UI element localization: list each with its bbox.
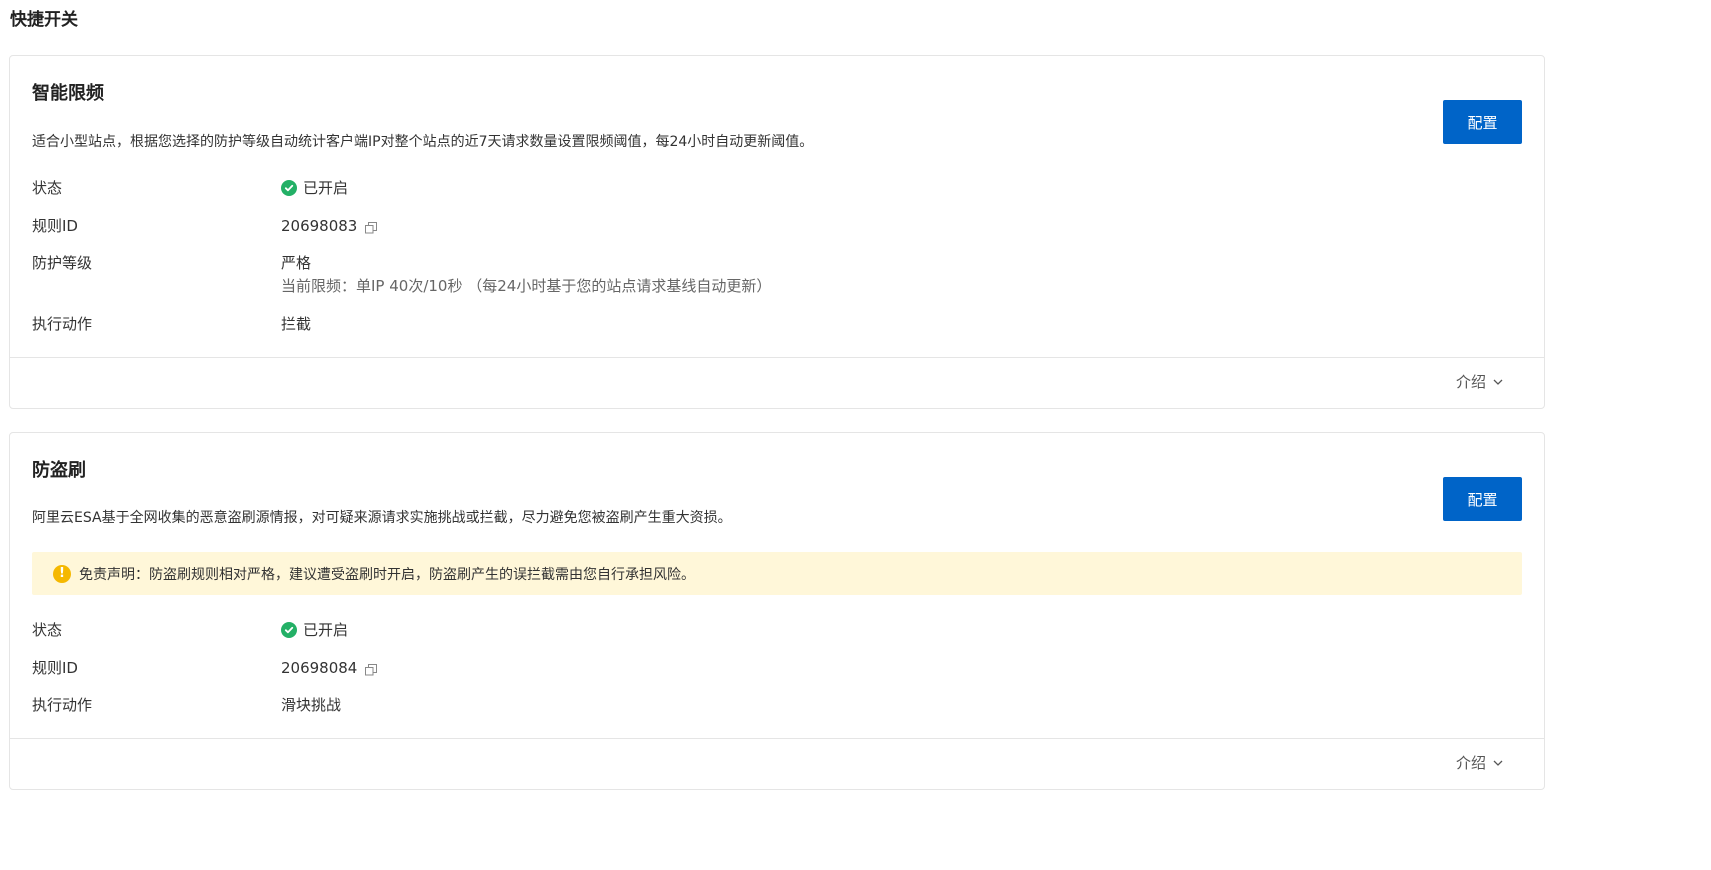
copy-icon[interactable] (364, 219, 378, 234)
status-value: 已开启 (281, 177, 348, 199)
protection-level-value: 严格 (281, 254, 312, 272)
status-text: 已开启 (303, 621, 349, 639)
warning-icon: ! (53, 564, 71, 583)
action-value: 拦截 (281, 315, 312, 333)
card-smart-rate-limit: 智能限频 配置 适合小型站点，根据您选择的防护等级自动统计客户端IP对整个站点的… (9, 55, 1545, 409)
rule-id-label: 规则ID (32, 659, 78, 677)
rule-id-text: 20698084 (281, 659, 358, 677)
card-title: 智能限频 (32, 83, 104, 104)
rule-id-text: 20698083 (281, 217, 358, 235)
chevron-down-icon (1493, 379, 1503, 385)
disclaimer-notice: ! 免责声明：防盗刷规则相对严格，建议遭受盗刷时开启，防盗刷产生的误拦截需由您自… (32, 552, 1522, 595)
check-circle-icon (281, 622, 297, 638)
intro-toggle[interactable]: 介绍 (1456, 371, 1504, 393)
action-value: 滑块挑战 (281, 696, 342, 714)
check-circle-icon (281, 180, 297, 196)
status-value: 已开启 (281, 619, 348, 641)
card-anti-fraud: 防盗刷 配置 阿里云ESA基于全网收集的恶意盗刷源情报，对可疑来源请求实施挑战或… (9, 432, 1545, 790)
rate-limit-detail: 当前限频：单IP 40次/10秒 （每24小时基于您的站点请求基线自动更新） (281, 277, 772, 295)
intro-toggle[interactable]: 介绍 (1456, 752, 1504, 774)
chevron-down-icon (1493, 760, 1503, 766)
intro-label: 介绍 (1455, 373, 1486, 391)
action-label: 执行动作 (32, 315, 93, 333)
status-label: 状态 (32, 621, 63, 639)
intro-label: 介绍 (1455, 754, 1486, 772)
rule-id-label: 规则ID (32, 217, 78, 235)
protection-level-label: 防护等级 (32, 254, 93, 272)
page-title: 快捷开关 (10, 10, 78, 30)
card-footer: 介绍 (10, 357, 1544, 408)
card-title: 防盗刷 (32, 460, 86, 481)
disclaimer-text: 免责声明：防盗刷规则相对严格，建议遭受盗刷时开启，防盗刷产生的误拦截需由您自行承… (79, 566, 695, 583)
status-text: 已开启 (303, 179, 349, 197)
rule-id-value: 20698083 (281, 215, 378, 237)
card-footer: 介绍 (10, 738, 1544, 789)
card-description: 阿里云ESA基于全网收集的恶意盗刷源情报，对可疑来源请求实施挑战或拦截，尽力避免… (32, 510, 732, 526)
card-description: 适合小型站点，根据您选择的防护等级自动统计客户端IP对整个站点的近7天请求数量设… (32, 134, 814, 150)
action-label: 执行动作 (32, 696, 93, 714)
config-button[interactable]: 配置 (1443, 100, 1522, 144)
rule-id-value: 20698084 (281, 657, 378, 679)
copy-icon[interactable] (364, 661, 378, 676)
config-button[interactable]: 配置 (1443, 477, 1522, 521)
status-label: 状态 (32, 179, 63, 197)
